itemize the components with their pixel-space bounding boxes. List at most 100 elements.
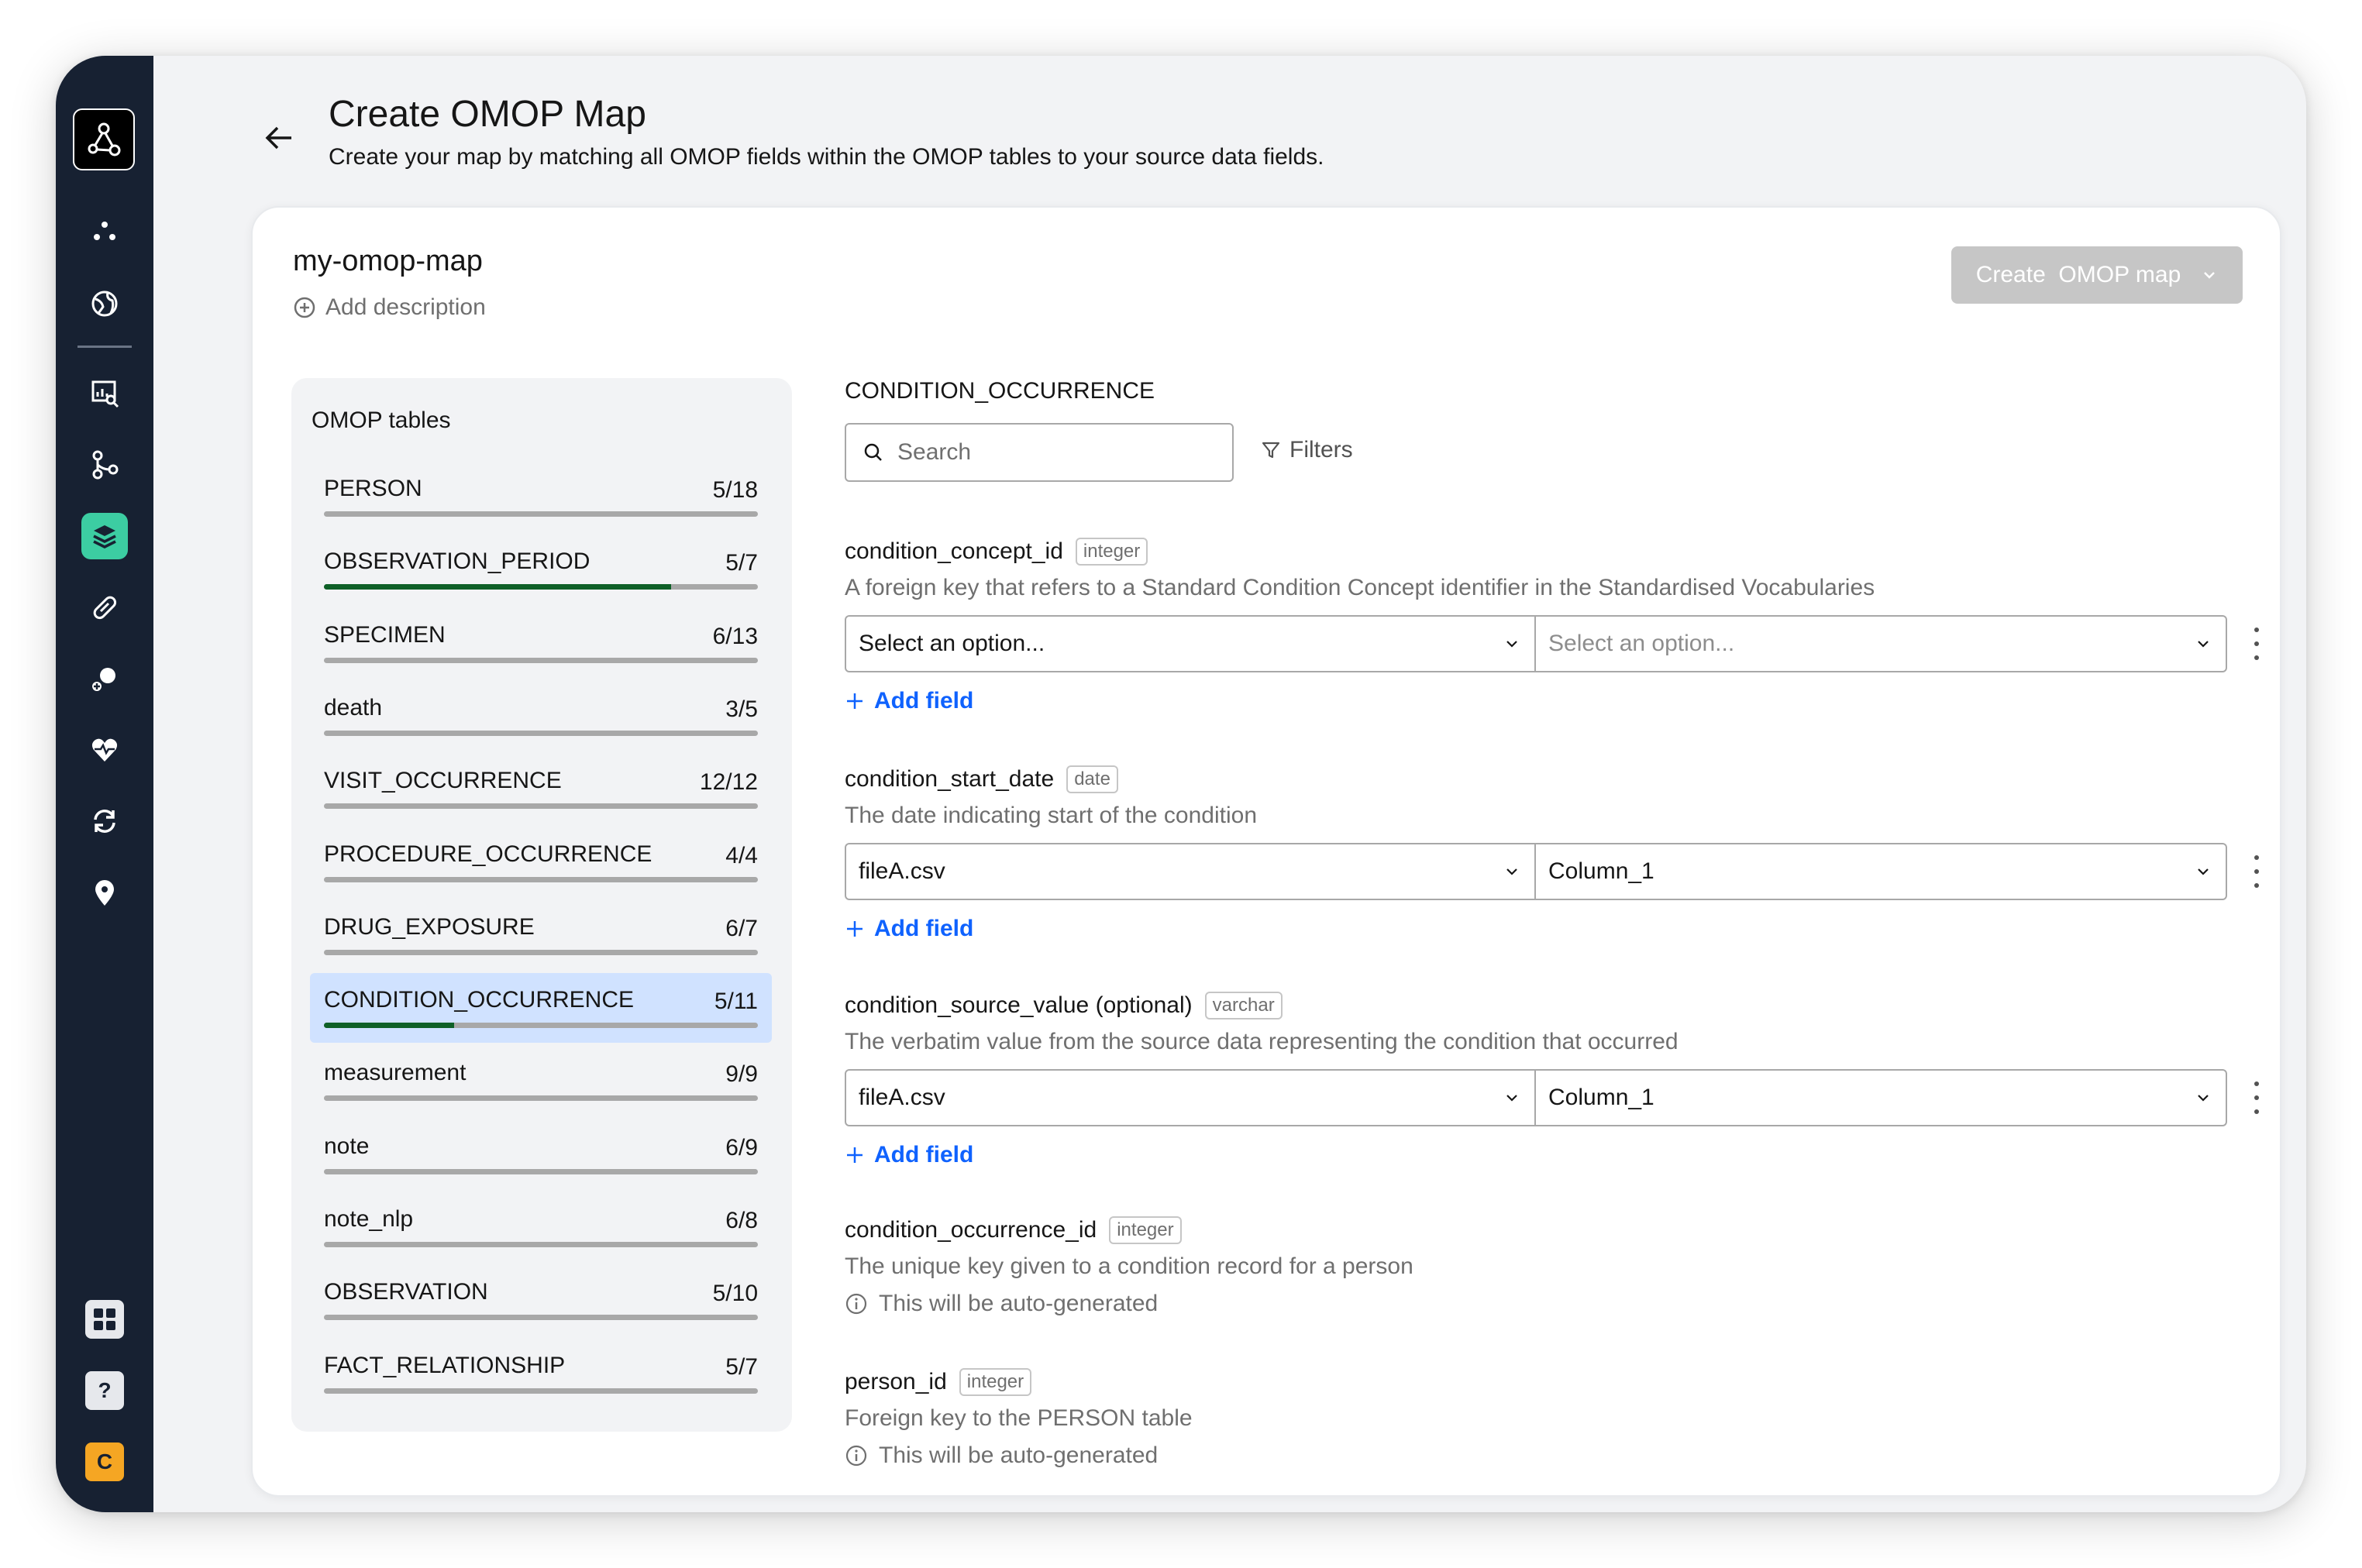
omop-table-item[interactable]: note_nlp 6/8: [310, 1192, 772, 1262]
omop-table-item[interactable]: DRUG_EXPOSURE 6/7: [310, 900, 772, 970]
table-count: 5/7: [725, 1354, 758, 1380]
progress-bar: [324, 950, 758, 955]
analytics-search-icon[interactable]: [81, 370, 128, 417]
table-name: DRUG_EXPOSURE: [324, 914, 535, 940]
source-column-select[interactable]: Column_1: [1536, 843, 2227, 900]
search-input[interactable]: Search: [845, 423, 1234, 482]
source-file-select[interactable]: Select an option...: [845, 615, 1536, 672]
table-count: 4/4: [725, 843, 758, 868]
field-name: condition_start_date: [845, 766, 1055, 792]
add-field-label: Add field: [874, 688, 974, 714]
omop-tables-panel: OMOP tables PERSON 5/18 OBSERVATION_PERIOD…: [291, 378, 792, 1432]
table-name: note: [324, 1133, 370, 1159]
section-title: CONDITION_OCCURRENCE: [845, 378, 1155, 404]
back-arrow-icon[interactable]: [259, 118, 299, 158]
table-count: 5/11: [714, 989, 758, 1014]
field-type-tag: varchar: [1204, 992, 1283, 1020]
progress-bar: [324, 1169, 758, 1174]
add-field-button[interactable]: Add field: [845, 1142, 2255, 1168]
omop-table-item[interactable]: OBSERVATION_PERIOD 5/7: [310, 535, 772, 604]
map-name[interactable]: my-omop-map: [293, 245, 483, 278]
select-value: Select an option...: [1548, 631, 1735, 656]
page-subtitle: Create your map by matching all OMOP fie…: [329, 144, 1324, 170]
add-field-button[interactable]: Add field: [845, 916, 2255, 942]
search-placeholder: Search: [897, 439, 972, 465]
add-field-label: Add field: [874, 916, 974, 941]
virus-add-icon[interactable]: [81, 655, 128, 702]
info-icon: [845, 1293, 867, 1315]
overflow-menu-icon[interactable]: [2249, 855, 2264, 888]
add-field-button[interactable]: Add field: [845, 688, 2255, 714]
filter-icon: [1262, 442, 1280, 459]
chevron-down-icon: [1506, 1095, 1517, 1102]
omop-table-item[interactable]: SPECIMEN 6/13: [310, 608, 772, 678]
omop-table-item[interactable]: PERSON 5/18: [310, 462, 772, 531]
globe-icon[interactable]: [81, 280, 128, 327]
table-name: FACT_RELATIONSHIP: [324, 1353, 566, 1378]
layers-icon[interactable]: [81, 513, 128, 559]
table-count: 6/13: [712, 624, 758, 649]
table-count: 12/12: [699, 769, 758, 795]
help-button[interactable]: ?: [85, 1371, 124, 1410]
field-description: The date indicating start of the conditi…: [845, 803, 1258, 828]
source-column-select[interactable]: Select an option...: [1536, 615, 2227, 672]
table-count: 3/5: [725, 696, 758, 722]
table-count: 5/7: [725, 550, 758, 576]
omop-table-item[interactable]: measurement 9/9: [310, 1046, 772, 1116]
branch-icon[interactable]: [81, 442, 128, 488]
field-person-id: person_id integer Foreign key to the PER…: [845, 1367, 2255, 1469]
chevron-down-icon: [2198, 868, 2209, 875]
overflow-menu-icon[interactable]: [2249, 628, 2264, 660]
omop-table-item[interactable]: note 6/9: [310, 1119, 772, 1189]
sync-icon[interactable]: [81, 798, 128, 844]
user-avatar[interactable]: C: [85, 1442, 124, 1481]
omop-tables-title: OMOP tables: [312, 407, 451, 433]
source-column-select[interactable]: Column_1: [1536, 1069, 2227, 1126]
omop-table-item[interactable]: FACT_RELATIONSHIP 5/7: [310, 1339, 772, 1408]
heart-pulse-icon[interactable]: [81, 727, 128, 773]
create-button-label: Create OMOP map: [1975, 262, 2181, 287]
table-name: death: [324, 695, 383, 720]
sidebar: ? C: [56, 56, 153, 1512]
select-value: fileA.csv: [859, 858, 945, 884]
dots-icon[interactable]: [81, 209, 128, 256]
auto-generated-label: This will be auto-generated: [879, 1442, 1159, 1468]
field-condition-concept-id: condition_concept_id integer A foreign k…: [845, 536, 2259, 714]
add-description-link[interactable]: Add description: [293, 294, 486, 321]
field-description: The unique key given to a condition reco…: [845, 1253, 1413, 1279]
select-value: fileA.csv: [859, 1085, 945, 1110]
omop-table-item[interactable]: PROCEDURE_OCCURRENCE 4/4: [310, 827, 772, 897]
create-omop-map-button[interactable]: Create OMOP map: [1951, 246, 2243, 304]
table-name: SPECIMEN: [324, 622, 446, 648]
chevron-down-icon: [1506, 868, 1517, 875]
omop-table-item[interactable]: death 3/5: [310, 681, 772, 751]
progress-bar: [324, 511, 758, 517]
omop-table-item[interactable]: VISIT_OCCURRENCE 12/12: [310, 754, 772, 824]
source-file-select[interactable]: fileA.csv: [845, 843, 1536, 900]
filters-button[interactable]: Filters: [1260, 437, 1353, 463]
progress-bar: [324, 1242, 758, 1247]
overflow-menu-icon[interactable]: [2249, 1081, 2264, 1114]
field-condition-source-value: condition_source_value (optional) varcha…: [845, 990, 2259, 1168]
omop-table-item[interactable]: CONDITION_OCCURRENCE 5/11: [310, 973, 772, 1043]
select-value: Column_1: [1548, 1085, 1654, 1110]
auto-generated-label: This will be auto-generated: [879, 1291, 1159, 1316]
apps-grid-icon[interactable]: [85, 1300, 124, 1339]
progress-bar: [324, 877, 758, 882]
logo-icon: [88, 122, 121, 156]
source-file-select[interactable]: fileA.csv: [845, 1069, 1536, 1126]
pill-icon[interactable]: [81, 584, 128, 631]
omop-table-item[interactable]: OBSERVATION 5/10: [310, 1265, 772, 1335]
field-name: condition_source_value: [845, 992, 1090, 1018]
field-description: Foreign key to the PERSON table: [845, 1405, 1193, 1431]
app-window: ? C Create OMOP Map Create your map by m…: [56, 56, 2306, 1512]
table-count: 5/18: [712, 477, 758, 503]
chevron-down-icon: [2204, 272, 2216, 279]
field-name: condition_occurrence_id: [845, 1217, 1097, 1243]
field-name: person_id: [845, 1369, 947, 1394]
search-icon: [864, 443, 882, 461]
progress-bar: [324, 1095, 758, 1101]
location-pin-icon[interactable]: [81, 869, 128, 916]
app-logo[interactable]: [73, 108, 135, 170]
optional-label: (optional): [1095, 992, 1193, 1018]
